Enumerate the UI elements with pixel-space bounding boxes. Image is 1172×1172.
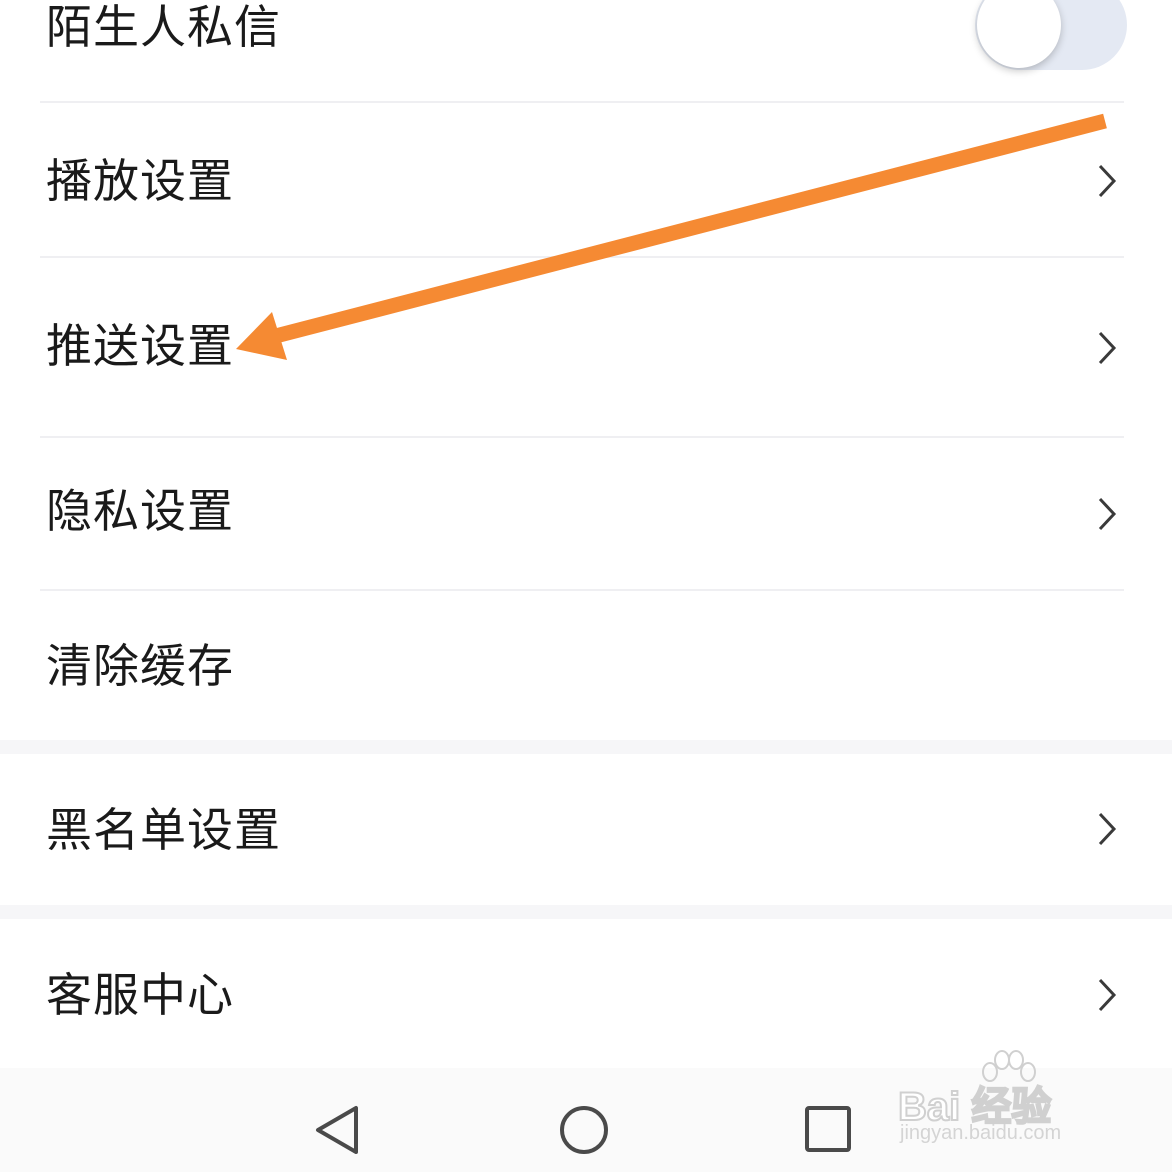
triangle-back-icon[interactable] [314, 1105, 360, 1155]
stranger-dm-toggle[interactable] [975, 0, 1127, 70]
section-gap [0, 905, 1172, 919]
settings-item-label: 清除缓存 [46, 639, 234, 693]
settings-item-playback[interactable]: 播放设置 [0, 103, 1172, 255]
settings-item-label: 陌生人私信 [46, 0, 281, 54]
settings-item-push[interactable]: 推送设置 [0, 258, 1172, 436]
circle-home-icon[interactable] [558, 1104, 610, 1156]
chevron-right-icon [1098, 497, 1117, 531]
settings-item-clear-cache[interactable]: 清除缓存 [0, 591, 1172, 739]
settings-item-blacklist[interactable]: 黑名单设置 [0, 754, 1172, 904]
section-gap [0, 740, 1172, 754]
chevron-right-icon [1098, 164, 1117, 198]
settings-item-label: 播放设置 [46, 154, 234, 208]
baidu-jingyan-watermark: Bai 经验 jingyan.baidu.com [897, 1050, 1148, 1160]
settings-item-stranger-dm[interactable]: 陌生人私信 [0, 0, 1172, 102]
chevron-right-icon [1098, 331, 1117, 365]
chevron-right-icon [1098, 812, 1117, 846]
toggle-knob [977, 0, 1061, 68]
watermark-url: jingyan.baidu.com [900, 1122, 1062, 1144]
settings-item-privacy[interactable]: 隐私设置 [0, 438, 1172, 588]
settings-item-label: 客服中心 [46, 968, 234, 1022]
settings-screen: 陌生人私信 播放设置 推送设置 隐私设置 清除缓存 黑名单设置 客服中心 Bai… [0, 0, 1172, 1172]
settings-item-label: 隐私设置 [46, 484, 234, 538]
settings-item-label: 推送设置 [46, 319, 234, 373]
settings-item-customer-service[interactable]: 客服中心 [0, 919, 1172, 1067]
chevron-right-icon [1098, 978, 1117, 1012]
settings-item-label: 黑名单设置 [46, 803, 281, 857]
square-recents-icon[interactable] [804, 1105, 852, 1153]
